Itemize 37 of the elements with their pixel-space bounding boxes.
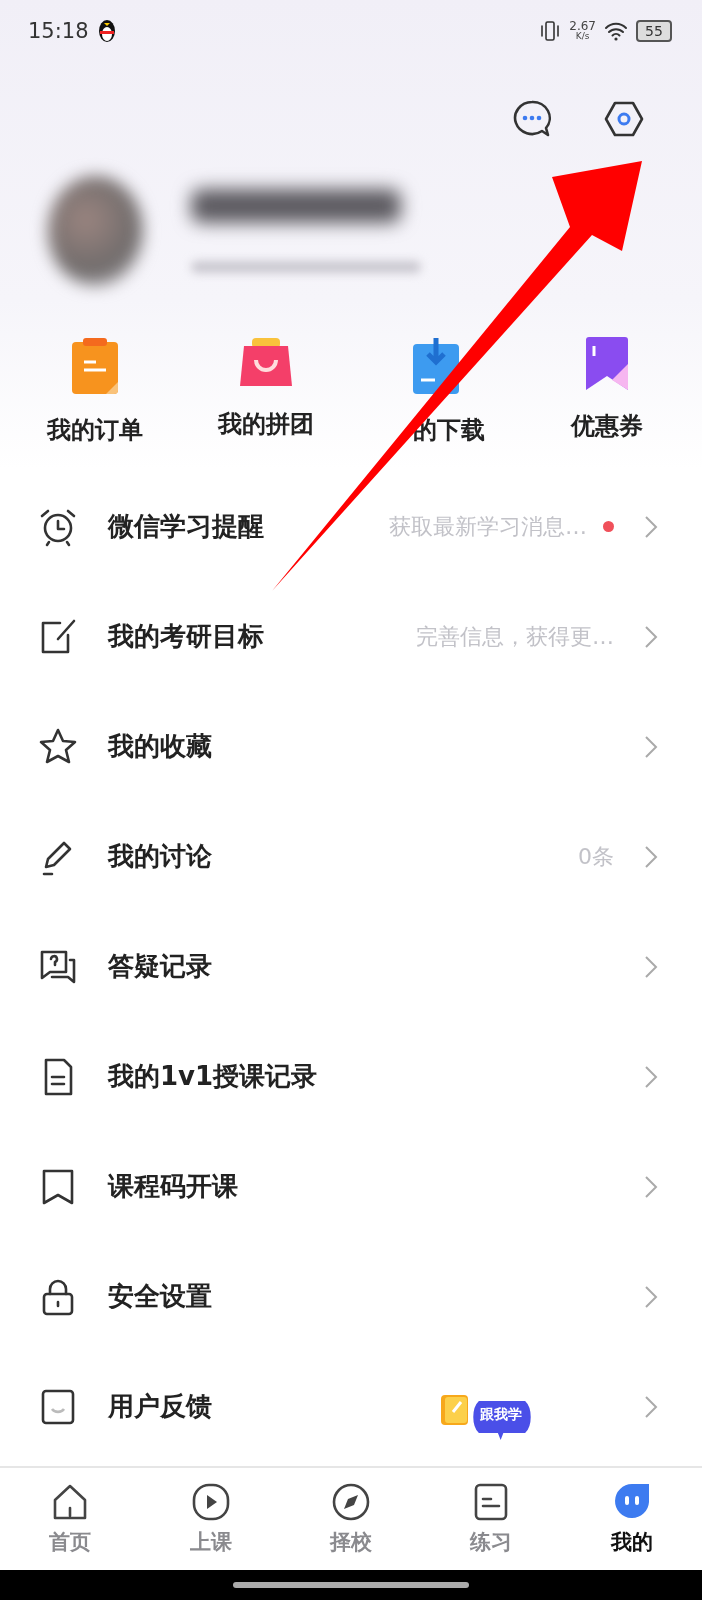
clipboard-icon [70,335,121,396]
menu-hint: 完善信息，获得更… [416,622,614,651]
menu-item[interactable]: 我的收藏 [108,729,212,765]
compass-icon [331,1482,371,1523]
book-icon [440,1394,470,1427]
chevron-right-icon [644,844,658,869]
vibrate-icon [539,19,562,42]
chevron-right-icon [644,954,658,979]
menu-item[interactable]: 答疑记录 [108,949,212,985]
chevron-right-icon [644,514,658,539]
network-speed: 2.67 [569,20,596,33]
chevron-right-icon [644,624,658,649]
chevron-right-icon [644,1284,658,1309]
chevron-right-icon [644,1394,658,1419]
wifi-icon [604,20,628,41]
menu-item[interactable]: 我的1v1授课记录 [108,1059,318,1095]
penguin-icon [96,18,117,43]
shortcut-label[interactable]: 我的订单 [47,413,144,446]
shortcut-label[interactable]: 我的拼团 [217,407,314,440]
coupon-icon [583,335,630,392]
menu-item[interactable]: 我的讨论 [108,839,212,875]
chevron-right-icon [644,734,658,759]
chevron-right-icon [644,1174,658,1199]
menu-item[interactable]: 安全设置 [108,1279,212,1315]
speed-unit: K/s [575,32,590,42]
menu-hint: 获取最新学习消息… [389,512,587,541]
menu-item[interactable]: 课程码开课 [108,1169,238,1205]
status-time: 15:18 [28,18,89,43]
menu-item[interactable]: 我的考研目标 [108,619,264,655]
battery-level: 55 [636,19,672,42]
tab-item[interactable]: 我的 [561,1468,702,1571]
discussion-count: 0条 [578,842,614,871]
chevron-right-icon [644,1064,658,1089]
play-icon [190,1482,231,1523]
shortcut-label[interactable]: 优惠券 [570,409,643,442]
menu-item[interactable]: 微信学习提醒 [108,509,264,545]
menu-item[interactable]: 用户反馈 [108,1389,212,1425]
